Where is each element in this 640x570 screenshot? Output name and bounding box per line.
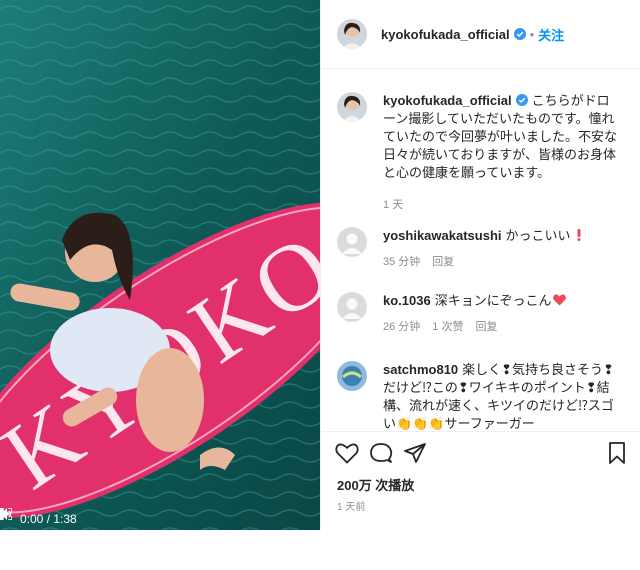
post-header: kyokofukada_official • 关注	[321, 0, 640, 69]
avatar[interactable]	[337, 361, 367, 391]
save-bookmark-icon[interactable]	[607, 442, 627, 469]
comment-time: 35 分钟	[383, 256, 421, 268]
comment-item: satchmo810 楽しく❢気持ち良さそう❢だけど⁉この❢ワイキキのポイント❢結…	[321, 361, 640, 430]
post-side-panel: kyokofukada_official • 关注 kyokofukada_of…	[320, 0, 640, 530]
avatar[interactable]	[337, 292, 367, 322]
instagram-post: KYOKO 0:00 / 1:38	[0, 0, 640, 530]
comment-time: 26 分钟	[383, 321, 421, 333]
view-count[interactable]: 200万 次播放	[337, 475, 414, 494]
comment-item: yoshikawakatsushi かっこいい 35 分钟 回复	[321, 227, 640, 271]
caption: kyokofukada_official こちらがドローン撮影していただいたもので…	[321, 92, 640, 214]
comment-likes[interactable]: 1 次赞	[432, 318, 463, 336]
comment-username[interactable]: yoshikawakatsushi	[383, 228, 502, 243]
follow-button[interactable]: 关注	[538, 25, 564, 44]
reply-button[interactable]: 回复	[432, 253, 454, 271]
verified-badge-icon	[515, 94, 528, 106]
comment-username[interactable]: ko.1036	[383, 293, 431, 308]
like-heart-icon[interactable]	[335, 442, 359, 469]
surf-scene-image: KYOKO	[0, 0, 320, 530]
video-controls: 0:00 / 1:38	[0, 508, 320, 530]
share-send-icon[interactable]	[403, 442, 427, 469]
heart-emoji-icon	[553, 294, 567, 306]
header-separator: •	[529, 26, 535, 42]
post-video[interactable]: KYOKO 0:00 / 1:38	[0, 0, 320, 530]
avatar[interactable]	[337, 227, 367, 257]
header-username[interactable]: kyokofukada_official	[381, 27, 510, 42]
verified-badge-icon	[513, 28, 526, 40]
video-time: 0:00 / 1:38	[20, 512, 77, 526]
post-date: 1 天前	[337, 502, 366, 513]
avatar[interactable]	[337, 19, 367, 49]
post-actions: 200万 次播放 1 天前	[321, 431, 640, 531]
comment-username[interactable]: satchmo810	[383, 362, 458, 377]
comments-list: kyokofukada_official こちらがドローン撮影していただいたもので…	[321, 69, 640, 430]
comment-text: かっこいい	[505, 228, 571, 243]
comment-text: 深キョンにぞっこん	[434, 293, 552, 308]
caption-time: 1 天	[383, 199, 404, 211]
exclamation-emoji-icon	[577, 229, 581, 241]
comment-item: ko.1036 深キョンにぞっこん 26 分钟 1 次赞 回复	[321, 292, 640, 336]
avatar[interactable]	[337, 92, 367, 122]
comment-bubble-icon[interactable]	[369, 442, 393, 469]
caption-username[interactable]: kyokofukada_official	[383, 93, 512, 108]
reply-button[interactable]: 回复	[475, 318, 497, 336]
